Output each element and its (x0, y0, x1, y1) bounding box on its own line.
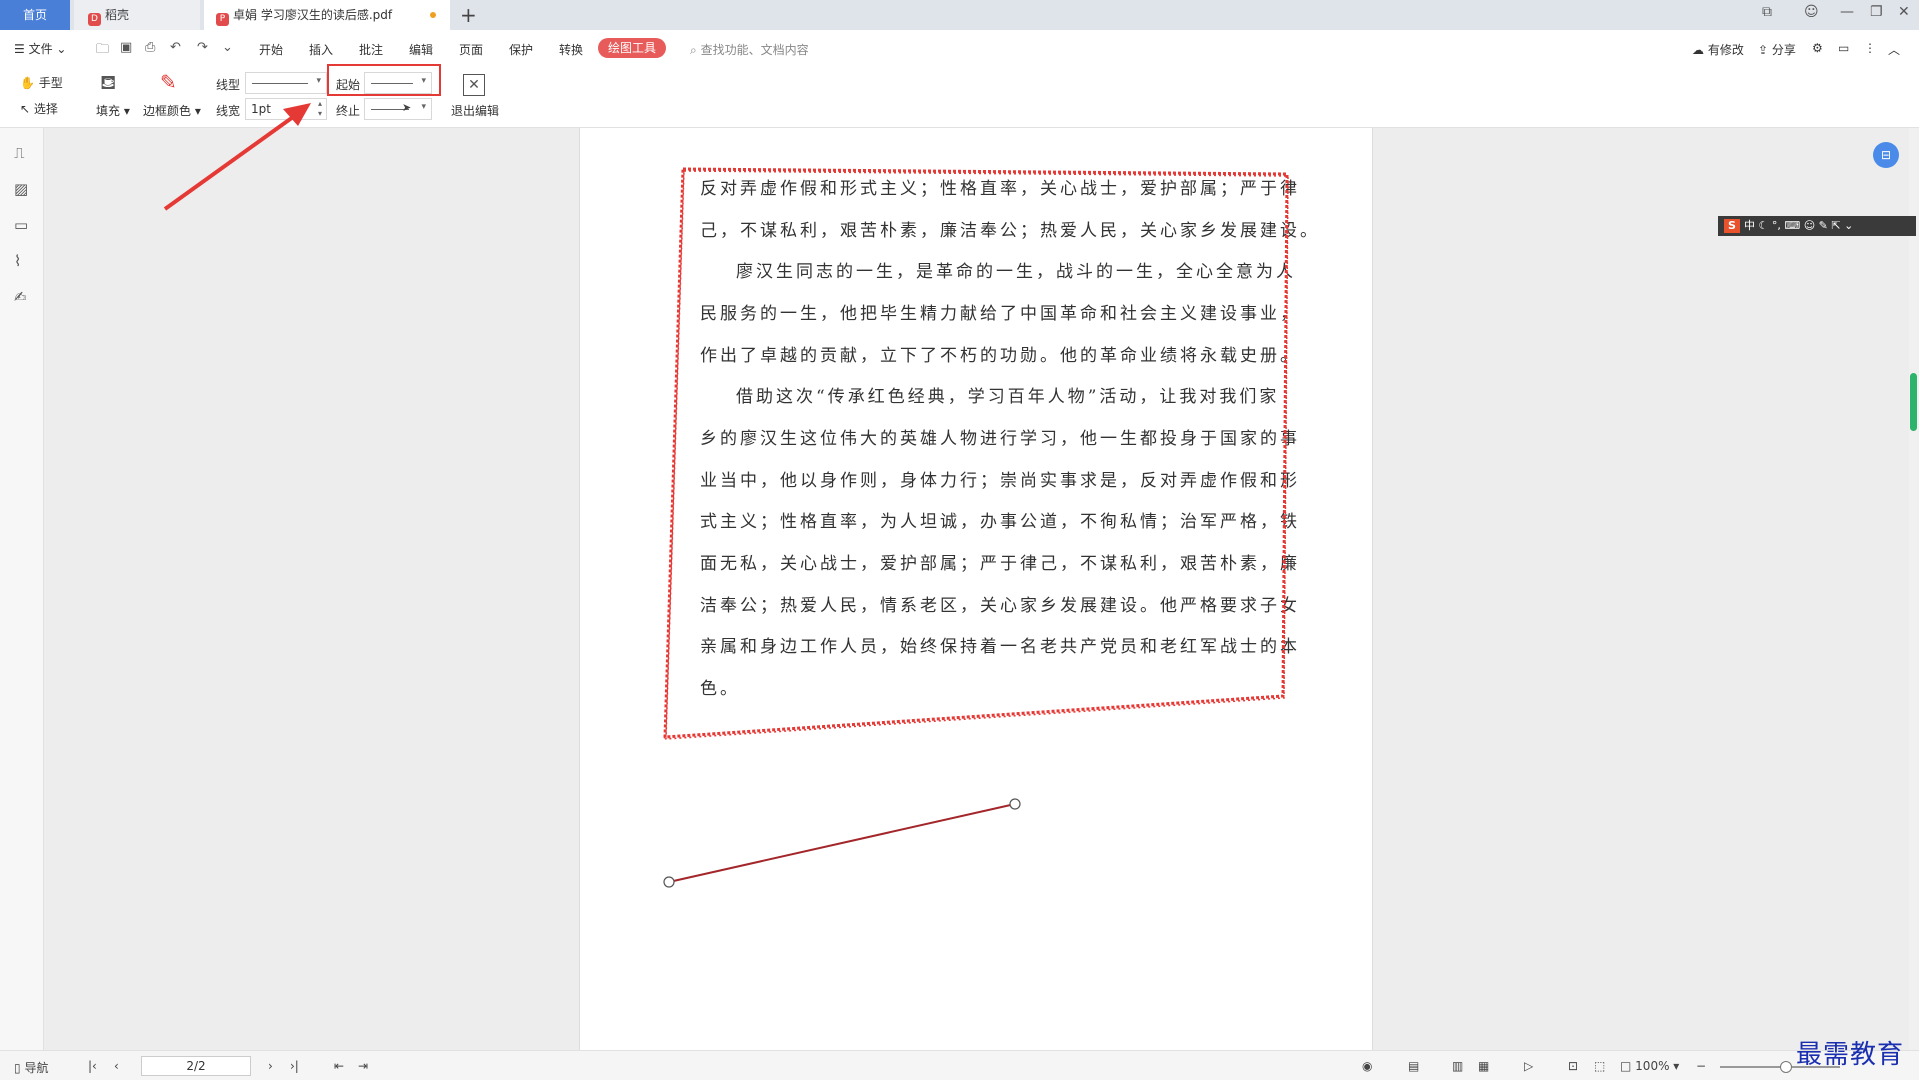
watermark-text: 最需教育 (1796, 1040, 1905, 1070)
wavy-frame-shape[interactable] (663, 167, 1289, 739)
drawing-layer (663, 167, 1289, 888)
reading-mode-icon[interactable]: ▥ (1452, 1059, 1463, 1073)
back-icon[interactable]: ⇤ (334, 1059, 344, 1073)
first-page-icon[interactable]: |‹ (88, 1059, 97, 1073)
nav-button[interactable]: ▯ 导航 (14, 1059, 48, 1076)
next-page-icon[interactable]: › (268, 1059, 273, 1073)
zoom-slider-knob[interactable] (1780, 1061, 1792, 1073)
sogou-logo-icon: S (1724, 219, 1740, 233)
wavy-frame-shadow (665, 170, 1289, 740)
single-page-icon[interactable]: ▤ (1408, 1059, 1419, 1073)
zoom-dropdown[interactable]: □ 100% ▾ (1620, 1059, 1679, 1073)
prev-page-icon[interactable]: ‹ (114, 1059, 119, 1073)
fit-page-icon[interactable]: ⬚ (1594, 1059, 1605, 1073)
line-start-handle[interactable] (663, 876, 675, 888)
zoom-out-icon[interactable]: − (1696, 1059, 1706, 1073)
nav-label: 导航 (24, 1061, 49, 1075)
forward-icon[interactable]: ⇥ (358, 1059, 368, 1073)
page-number-input[interactable]: 2/2 (141, 1056, 251, 1076)
ime-toolbar[interactable]: S中 ☾ °, ⌨ ☺ ✎ ⇱ ⌄ (1718, 216, 1916, 236)
drawn-line-shape[interactable] (668, 803, 1016, 883)
zoom-value: 100% (1635, 1059, 1670, 1073)
status-bar: ▯ 导航 |‹ ‹ 2/2 › ›| ⇤ ⇥ ◉ ▤ ▥ ▦ ▷ ⊡ ⬚ □ 1… (0, 1050, 1919, 1080)
eye-protect-icon[interactable]: ◉ (1362, 1059, 1372, 1073)
line-end-handle[interactable] (1009, 798, 1021, 810)
fit-width-icon[interactable]: ⊡ (1568, 1059, 1578, 1073)
last-page-icon[interactable]: ›| (290, 1059, 299, 1073)
zoom-box-icon: □ (1620, 1059, 1632, 1073)
scrollbar-thumb[interactable] (1910, 373, 1917, 431)
play-icon[interactable]: ▷ (1524, 1059, 1533, 1073)
vertical-scrollbar[interactable] (1909, 128, 1919, 1050)
floating-tool-button[interactable]: ⊟ (1873, 142, 1899, 168)
ime-mode-label: 中 (1744, 219, 1755, 232)
dual-page-icon[interactable]: ▦ (1478, 1059, 1489, 1073)
nav-panel-icon: ▯ (14, 1061, 21, 1075)
